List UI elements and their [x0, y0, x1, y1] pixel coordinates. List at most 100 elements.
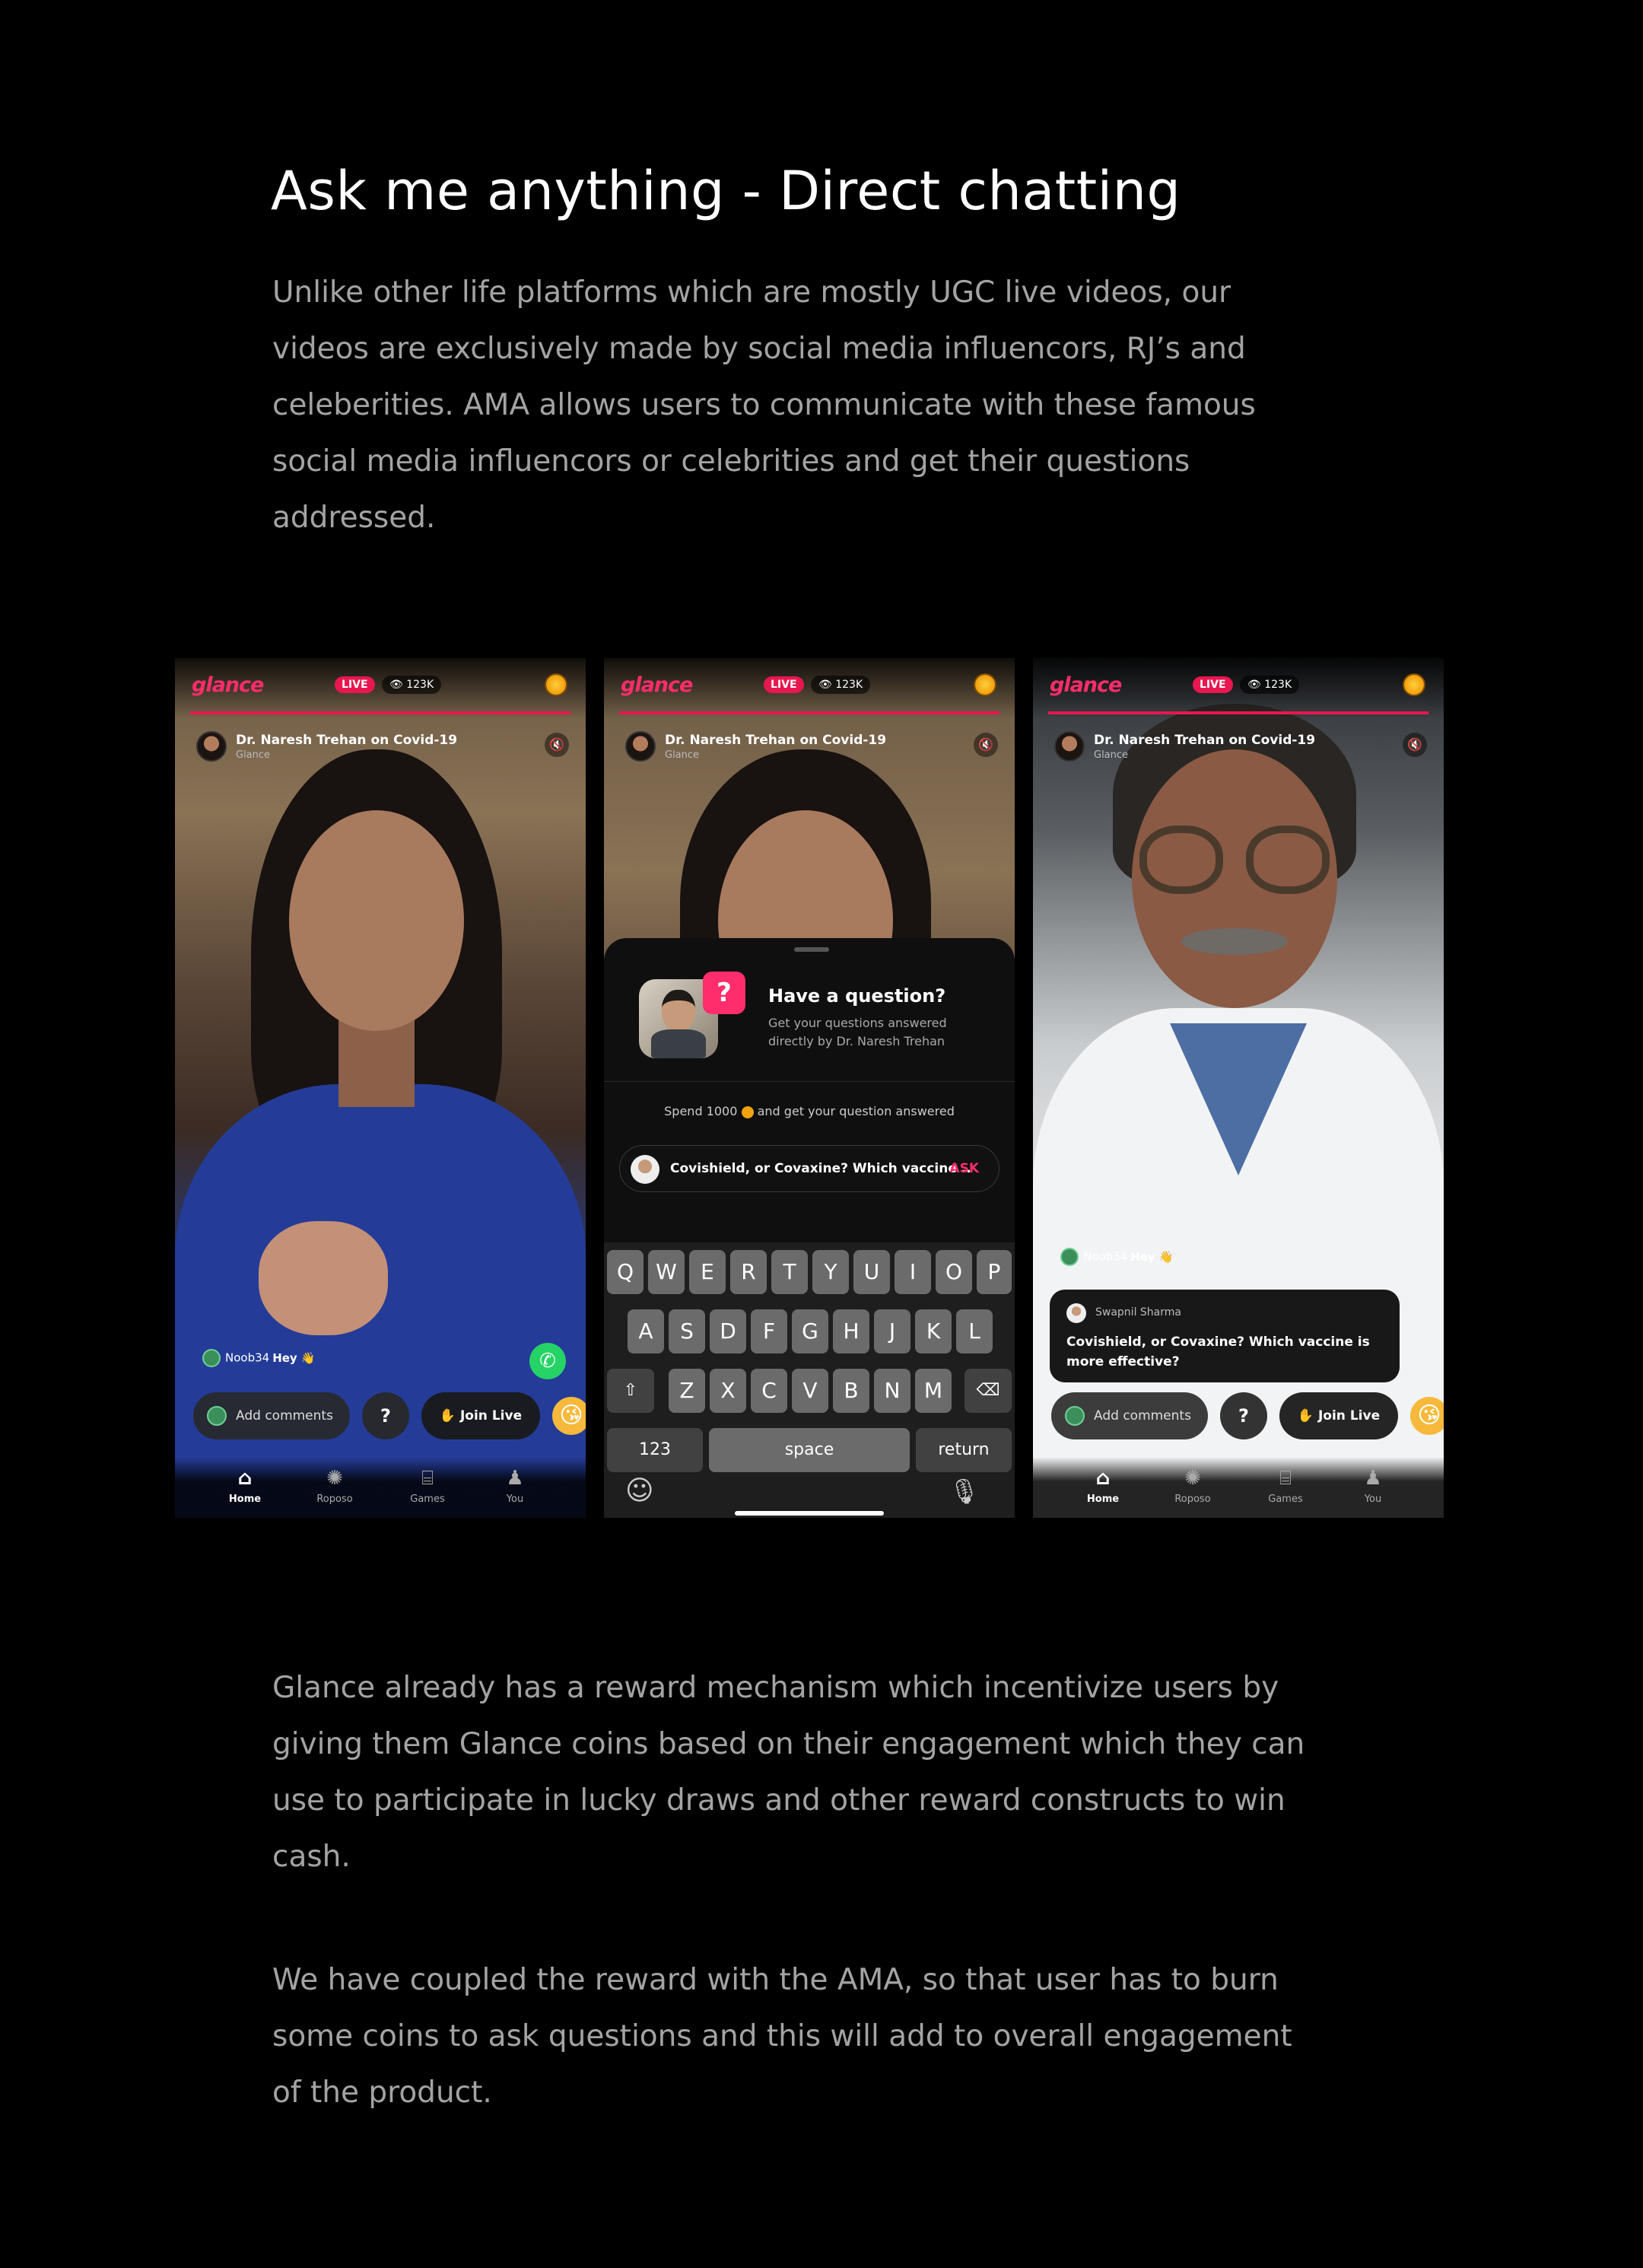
key[interactable]: W — [648, 1250, 685, 1294]
live-progress-bar — [190, 711, 570, 714]
key[interactable]: M — [915, 1369, 952, 1413]
key[interactable]: Y — [812, 1250, 849, 1294]
key[interactable]: X — [710, 1369, 746, 1413]
coin-icon — [741, 1105, 754, 1118]
comment-item: Noob34 Hey 👋 — [202, 1349, 316, 1367]
highlighted-question-card: Swapnil Sharma Covishield, or Covaxine? … — [1050, 1290, 1400, 1382]
tab-home[interactable]: ⌂ Home — [207, 1466, 283, 1505]
key[interactable]: K — [915, 1309, 952, 1353]
tab-label: You — [1364, 1493, 1382, 1505]
gamepad-icon: ⌸ — [1279, 1467, 1292, 1490]
top-bar: glance LIVE 👁 123K — [1033, 658, 1444, 719]
host-avatar[interactable] — [1054, 731, 1085, 762]
add-comments-button[interactable]: Add comments — [1051, 1392, 1208, 1439]
key[interactable]: T — [771, 1250, 808, 1294]
numbers-key[interactable]: 123 — [607, 1428, 703, 1472]
tab-label: Roposo — [316, 1493, 353, 1505]
glasses-right — [1246, 825, 1330, 894]
join-live-button[interactable]: ✋ Join Live — [421, 1392, 540, 1439]
home-indicator[interactable] — [735, 1511, 884, 1516]
host-avatar[interactable] — [625, 731, 656, 762]
commenter-avatar — [202, 1349, 221, 1367]
keyboard-row-3: ⇧ Z X C V B N M ⌫ — [604, 1369, 1015, 1414]
whatsapp-share-icon[interactable]: ✆ — [529, 1343, 566, 1379]
key[interactable]: C — [751, 1369, 787, 1413]
mute-icon[interactable]: 🔇 — [974, 733, 998, 757]
mute-icon[interactable]: 🔇 — [545, 733, 569, 757]
gamepad-icon: ⌸ — [421, 1467, 434, 1490]
glance-logo: glance — [1050, 673, 1122, 697]
live-badge: LIVE — [764, 676, 804, 693]
question-input-value[interactable]: Covishield, or Covaxine? Which vaccine .… — [670, 1161, 971, 1176]
key[interactable]: I — [895, 1250, 931, 1294]
key[interactable]: P — [977, 1250, 1012, 1294]
comment-item: Noob34 Hey 👋 — [1060, 1248, 1174, 1266]
action-row: Add comments ? ✋ Join Live 😘 — [1051, 1392, 1444, 1439]
key[interactable]: V — [792, 1369, 828, 1413]
glance-logo: glance — [621, 673, 693, 697]
key[interactable]: L — [956, 1309, 993, 1353]
doctor-moustache — [1181, 928, 1288, 955]
reaction-emoji-button[interactable]: 😘 — [552, 1397, 586, 1435]
tab-label: Games — [1268, 1493, 1303, 1505]
mute-icon[interactable]: 🔇 — [1403, 733, 1427, 757]
question-input[interactable]: Covishield, or Covaxine? Which vaccine .… — [619, 1145, 999, 1192]
join-live-button[interactable]: ✋ Join Live — [1279, 1392, 1398, 1439]
phone-screen-ask-question: glance LIVE 👁 123K Dr. Naresh Trehan on … — [604, 658, 1015, 1518]
viewer-count: 👁 123K — [1240, 676, 1300, 694]
tab-games[interactable]: ⌸ Games — [1247, 1466, 1324, 1505]
coin-icon[interactable] — [974, 673, 996, 696]
host-avatar[interactable] — [196, 731, 227, 762]
viewer-count: 👁 123K — [811, 676, 871, 694]
user-avatar — [631, 1155, 659, 1184]
tab-games[interactable]: ⌸ Games — [389, 1466, 466, 1505]
key[interactable]: Z — [669, 1369, 705, 1413]
live-progress-bar — [1048, 711, 1428, 714]
key[interactable]: U — [853, 1250, 890, 1294]
comment-text: Hey 👋 — [1130, 1249, 1174, 1264]
sheet-subtitle: Get your questions answered directly by … — [768, 1016, 947, 1048]
key[interactable]: Q — [607, 1250, 644, 1294]
key[interactable]: N — [874, 1369, 910, 1413]
key[interactable]: F — [751, 1309, 787, 1353]
tab-label: Home — [1086, 1493, 1120, 1505]
key[interactable]: H — [833, 1309, 869, 1353]
tab-you[interactable]: ♟ You — [477, 1466, 553, 1505]
key[interactable]: G — [792, 1309, 828, 1353]
backspace-key[interactable]: ⌫ — [965, 1369, 1012, 1413]
ask-button[interactable]: ASK — [949, 1161, 979, 1176]
coin-icon[interactable] — [1403, 673, 1425, 696]
add-comments-button[interactable]: Add comments — [193, 1392, 350, 1439]
reaction-emoji-button[interactable]: 😘 — [1410, 1397, 1444, 1435]
ask-question-button[interactable]: ? — [362, 1392, 409, 1439]
video-title: Dr. Naresh Trehan on Covid-19 — [236, 733, 458, 748]
key[interactable]: S — [669, 1309, 705, 1353]
add-comments-label: Add comments — [1094, 1408, 1191, 1423]
glance-logo: glance — [192, 673, 264, 697]
space-key[interactable]: space — [709, 1428, 910, 1472]
key[interactable]: B — [833, 1369, 869, 1413]
tab-roposo[interactable]: ✺ Roposo — [297, 1466, 373, 1505]
key[interactable]: E — [689, 1250, 726, 1294]
key[interactable]: D — [710, 1309, 746, 1353]
key[interactable]: R — [730, 1250, 767, 1294]
shift-key[interactable]: ⇧ — [607, 1369, 654, 1413]
ask-question-button[interactable]: ? — [1220, 1392, 1267, 1439]
commenter-avatar — [1060, 1248, 1079, 1266]
tab-you[interactable]: ♟ You — [1335, 1466, 1411, 1505]
tab-roposo[interactable]: ✺ Roposo — [1155, 1466, 1231, 1505]
sheet-grabber[interactable] — [794, 947, 829, 952]
emoji-icon[interactable]: ☺ — [625, 1475, 654, 1506]
add-comments-label: Add comments — [236, 1408, 333, 1423]
key[interactable]: J — [874, 1309, 910, 1353]
key[interactable]: O — [936, 1250, 972, 1294]
reward-paragraph: Glance already has a reward mechanism wh… — [272, 1671, 1305, 1874]
key[interactable]: A — [628, 1309, 664, 1353]
coin-icon[interactable] — [545, 673, 567, 696]
microphone-icon[interactable]: 🎙 — [949, 1477, 980, 1506]
sheet-title: Have a question? — [768, 985, 946, 1007]
divider — [604, 1081, 1015, 1082]
tab-home[interactable]: ⌂ Home — [1065, 1466, 1141, 1505]
return-key[interactable]: return — [916, 1428, 1012, 1472]
bottom-tab-bar: ⌂ Home ✺ Roposo ⌸ Games ♟ You — [175, 1457, 586, 1518]
